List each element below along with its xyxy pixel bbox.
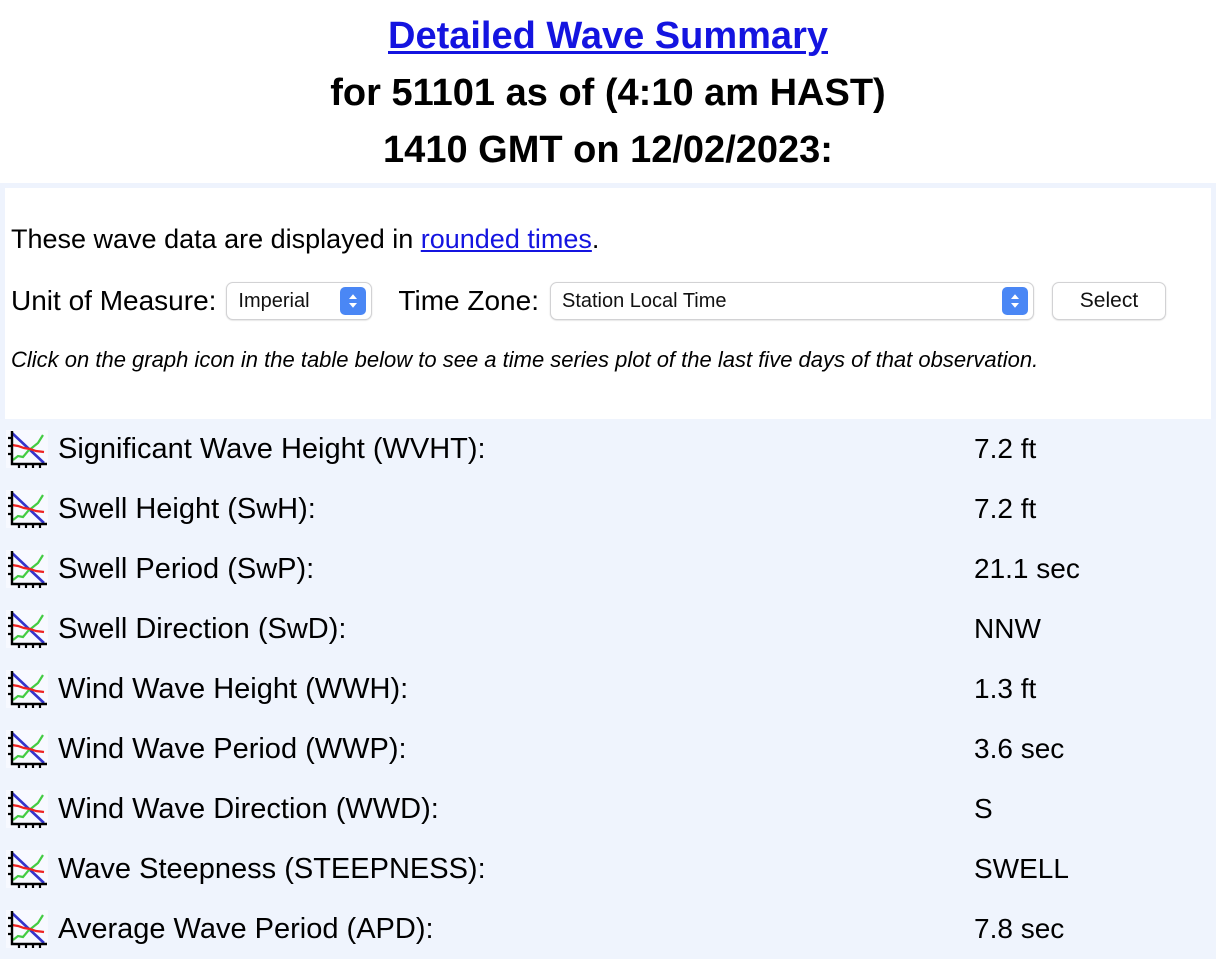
table-row-label: Wave Steepness (STEEPNESS): [58,853,486,885]
table-row-value: NNW [974,613,1041,644]
table-row-value: S [974,793,993,824]
page-subtitle-station: for 51101 as of (4:10 am HAST) [330,72,886,114]
table-row-label: Swell Height (SwH): [58,493,316,525]
table-row-label: Wind Wave Direction (WWD): [58,793,439,825]
table-row-label: Significant Wave Height (WVHT): [58,433,486,465]
graph-icon[interactable] [6,850,48,888]
graph-icon[interactable] [6,670,48,708]
chevron-up-down-icon[interactable] [1001,287,1028,315]
table-row-value: 1.3 ft [974,673,1037,704]
page-subtitle-time: 1410 GMT on 12/02/2023: [383,129,833,171]
chevron-up-down-icon[interactable] [340,287,367,315]
table-row-label: Swell Period (SwP): [58,553,315,585]
time-zone-label: Time Zone: [398,285,539,316]
page-title-link[interactable]: Detailed Wave Summary [388,15,828,57]
time-zone-value: Station Local Time [561,289,727,312]
controls-row: Unit of Measure: Imperial Time Zone: Sta… [11,254,1205,320]
select-button[interactable]: Select [1051,282,1166,320]
rounded-times-link[interactable]: rounded times [421,224,592,254]
table-row-left: Wave Steepness (STEEPNESS): [6,850,974,888]
table-row-left: Significant Wave Height (WVHT): [6,430,974,468]
unit-of-measure-value: Imperial [238,289,310,312]
graph-icon[interactable] [6,730,48,768]
table-row-label: Swell Direction (SwD): [58,613,347,645]
graph-icon[interactable] [6,490,48,528]
table-row-left: Wind Wave Direction (WWD): [6,790,974,828]
graph-icon[interactable] [6,790,48,828]
table-row: Wave Steepness (STEEPNESS): SWELL [6,839,1210,899]
table-row-label: Wind Wave Period (WWP): [58,733,407,765]
time-zone-select[interactable]: Station Local Time [549,282,1034,320]
table-row: Wind Wave Period (WWP): 3.6 sec [6,719,1210,779]
table-row-value: SWELL [974,853,1069,884]
table-row-left: Swell Height (SwH): [6,490,974,528]
table-row: Swell Direction (SwD): NNW [6,599,1210,659]
graph-icon[interactable] [6,550,48,588]
graph-icon[interactable] [6,610,48,648]
table-row-label: Average Wave Period (APD): [58,913,434,945]
table-row-value: 21.1 sec [974,553,1080,584]
graph-icon[interactable] [6,430,48,468]
page-title: Detailed Wave Summary [0,8,1216,65]
table-row-left: Swell Direction (SwD): [6,610,974,648]
table-row: Average Wave Period (APD): 7.8 sec [6,899,1210,959]
rounded-times-note-prefix: These wave data are displayed in [11,224,421,254]
table-row-value: 7.8 sec [974,913,1065,944]
table-row-left: Wind Wave Height (WWH): [6,670,974,708]
table-row: Significant Wave Height (WVHT): 7.2 ft [6,419,1210,479]
table-row-left: Wind Wave Period (WWP): [6,730,974,768]
table-row-left: Swell Period (SwP): [6,550,974,588]
table-row: Swell Period (SwP): 21.1 sec [6,539,1210,599]
graph-icon-hint: Click on the graph icon in the table bel… [11,347,1039,372]
table-row-label: Wind Wave Height (WWH): [58,673,409,705]
table-row-left: Average Wave Period (APD): [6,910,974,948]
table-row-value: 7.2 ft [974,493,1037,524]
graph-icon[interactable] [6,910,48,948]
rounded-times-note-suffix: . [591,224,600,254]
table-row: Wind Wave Height (WWH): 1.3 ft [6,659,1210,719]
wave-data-table: Significant Wave Height (WVHT): 7.2 ft S… [0,419,1216,959]
page-header: Detailed Wave Summary for 51101 as of (4… [0,0,1216,179]
table-row-value: 3.6 sec [974,733,1065,764]
table-row: Wind Wave Direction (WWD): S [6,779,1210,839]
table-row-value: 7.2 ft [974,433,1037,464]
controls-panel: These wave data are displayed in rounded… [0,183,1216,419]
unit-of-measure-select[interactable]: Imperial [226,282,373,320]
unit-of-measure-label: Unit of Measure: [11,285,217,316]
table-row: Swell Height (SwH): 7.2 ft [6,479,1210,539]
rounded-times-note: These wave data are displayed in rounded… [11,188,1205,254]
